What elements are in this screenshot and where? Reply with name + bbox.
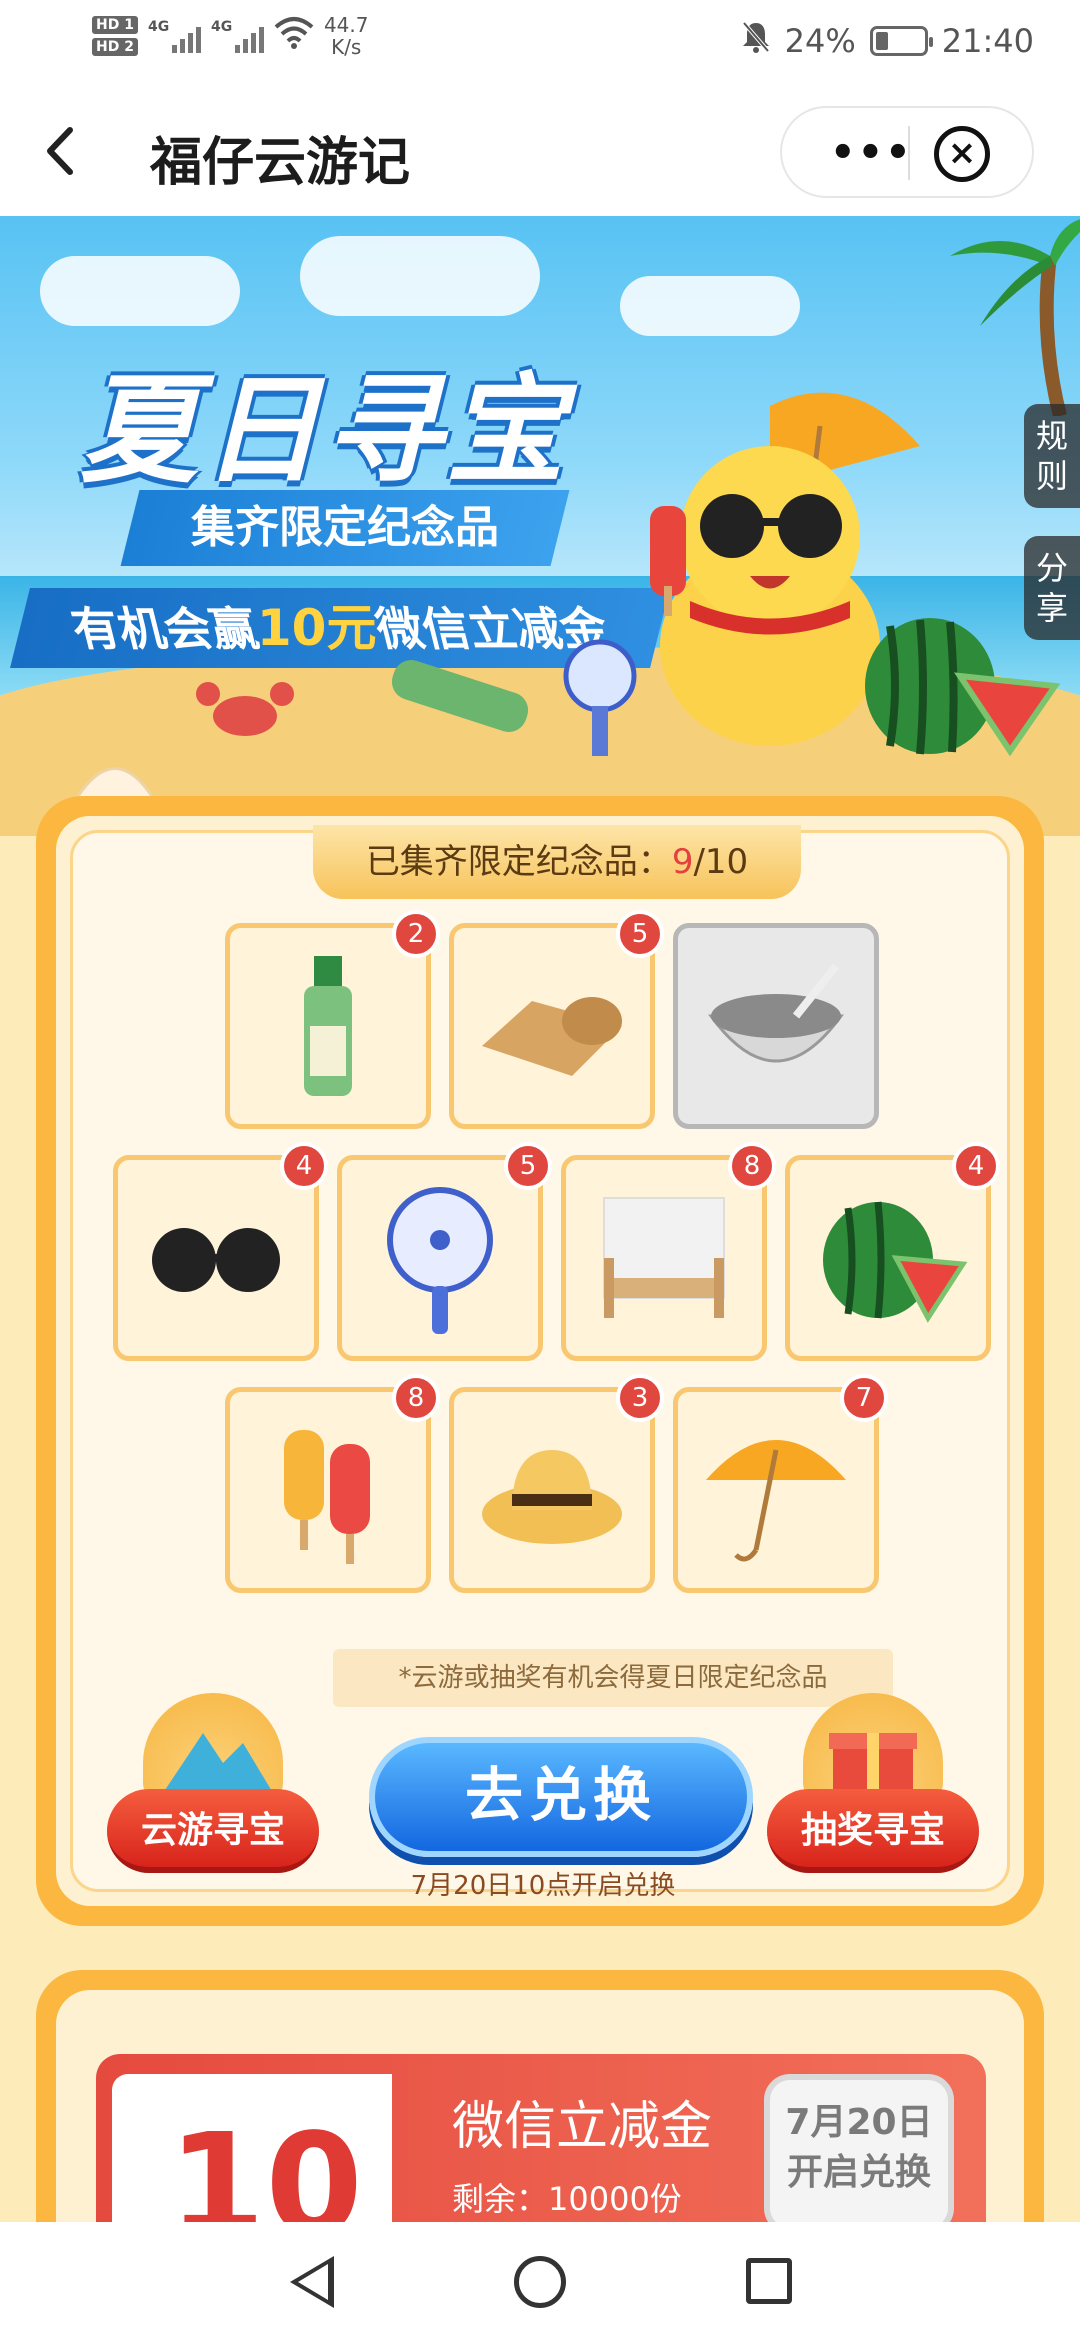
home-circle-icon[interactable] — [514, 2256, 566, 2308]
collection-label: 已集齐限定纪念品： — [365, 842, 672, 882]
more-dots-icon[interactable]: ••• — [830, 130, 913, 176]
status-bar: HD 1 HD 2 4G 4G 44.7 K/s 24% 21:40 — [0, 0, 1080, 86]
recents-square-icon[interactable] — [746, 2258, 792, 2304]
coupon-button-line1: 7月20日 — [785, 2102, 933, 2143]
item-straw-hat[interactable]: 3 — [449, 1374, 664, 1593]
cloud-tour-button[interactable]: 云游寻宝 — [107, 1789, 319, 1873]
collection-panel-inner: 已集齐限定纪念品：9/10 2 5 4 5 8 4 8 3 7 *云游或抽奖有机… — [56, 816, 1024, 1906]
wifi-icon — [274, 15, 314, 58]
promo-amount: 10元 — [257, 599, 377, 657]
collection-count: 9 — [671, 842, 694, 882]
banner-title: 夏日寻宝 — [80, 361, 569, 499]
coupon-button-line2: 开启兑换 — [786, 2152, 931, 2193]
collection-total: /10 — [693, 842, 749, 882]
net1-label: 4G — [147, 19, 170, 35]
sunglasses-icon — [152, 1228, 280, 1292]
item-congee-bowl[interactable] — [673, 923, 879, 1129]
item-count-badge: 4 — [952, 1142, 1000, 1190]
share-tab[interactable]: 分享 — [1024, 536, 1080, 640]
banner-subtitle: 集齐限定纪念品 — [191, 502, 499, 553]
crab-illustration — [196, 682, 294, 736]
chevron-left-icon[interactable] — [40, 124, 90, 175]
mute-bell-icon — [741, 20, 771, 62]
lottery-button[interactable]: 抽奖寻宝 — [767, 1789, 979, 1873]
item-count-badge: 2 — [392, 910, 440, 958]
hd2-label: HD 2 — [92, 38, 138, 56]
signal-2-icon: 4G — [211, 19, 264, 53]
hd1-label: HD 1 — [92, 16, 138, 34]
status-right: 24% 21:40 — [741, 20, 1034, 62]
fan-icon — [387, 1187, 493, 1334]
battery-icon — [869, 26, 933, 56]
bamboo-mat-icon — [482, 997, 622, 1076]
page-title: 福仔云游记 — [150, 133, 411, 193]
mountain-icon — [143, 1693, 283, 1803]
back-triangle-icon[interactable] — [290, 2256, 334, 2308]
collection-panel: 已集齐限定纪念品：9/10 2 5 4 5 8 4 8 3 7 *云游或抽奖有机… — [36, 796, 1044, 1926]
speed-value: 44.7 — [323, 13, 369, 37]
item-count-badge: 7 — [840, 1374, 888, 1422]
rules-tab[interactable]: 规则 — [1024, 404, 1080, 508]
collection-card: 已集齐限定纪念品：9/10 2 5 4 5 8 4 8 3 7 *云游或抽奖有机… — [70, 825, 1010, 1901]
capsule-divider — [908, 126, 910, 180]
signal-1-icon: 4G — [148, 19, 201, 53]
redeem-open-note: 7月20日10点开启兑换 — [410, 1871, 676, 1901]
item-watermelon[interactable]: 4 — [785, 1142, 1000, 1361]
bed-icon — [603, 1197, 725, 1318]
item-count-badge: 5 — [504, 1142, 552, 1190]
coupon-title: 微信立减金 — [452, 2097, 713, 2157]
summer-banner: 夏日寻宝 集齐限定纪念品 有机会赢10元微信立减金 规则 分享 — [0, 216, 1080, 836]
promo-prefix: 有机会赢 — [66, 602, 264, 656]
net2-label: 4G — [210, 19, 233, 35]
speed-unit: K/s — [331, 35, 362, 59]
item-count-badge: 4 — [280, 1142, 328, 1190]
item-mosquito-net-bed[interactable]: 8 — [561, 1142, 776, 1361]
banner-subtitle-box: 集齐限定纪念品 — [120, 490, 570, 566]
redeem-button[interactable]: 去兑换 — [369, 1737, 753, 1857]
popsicle-icon — [284, 1430, 370, 1564]
item-popsicles[interactable]: 8 — [225, 1374, 440, 1593]
system-nav-bar — [0, 2222, 1080, 2340]
miniapp-capsule: ••• × — [780, 106, 1034, 198]
item-handheld-fan[interactable]: 5 — [337, 1142, 552, 1361]
nav-bar: 福仔云游记 ••• × — [0, 86, 1080, 216]
item-count-badge: 3 — [616, 1374, 664, 1422]
clock: 21:40 — [941, 22, 1034, 60]
bottle-fan-illustration — [391, 639, 637, 756]
bottle-icon — [304, 956, 352, 1096]
item-bamboo-mat[interactable]: 5 — [449, 910, 664, 1129]
cloud-1 — [40, 256, 240, 326]
item-count-badge: 5 — [616, 910, 664, 958]
coupon-redeem-button[interactable]: 7月20日 开启兑换 — [764, 2074, 954, 2234]
straw-hat-icon — [482, 1450, 622, 1544]
close-circle-icon[interactable]: × — [934, 126, 990, 182]
item-count-badge: 8 — [392, 1374, 440, 1422]
network-speed: 44.7 K/s — [324, 14, 369, 58]
battery-percent: 24% — [784, 22, 856, 60]
bowl-icon — [708, 963, 844, 1063]
collection-header: 已集齐限定纪念品：9/10 — [313, 825, 801, 899]
watermelon-icon — [823, 1201, 968, 1323]
status-left: HD 1 HD 2 4G 4G 44.7 K/s — [92, 14, 368, 58]
item-count-badge: 8 — [728, 1142, 776, 1190]
item-toilet-water[interactable]: 2 — [225, 910, 440, 1129]
item-sunglasses[interactable]: 4 — [113, 1142, 328, 1361]
palm-tree-illustration — [950, 219, 1080, 416]
coupon-remaining: 剩余：10000份 — [452, 2180, 682, 2218]
cloud-3 — [620, 276, 800, 336]
hd-indicators: HD 1 HD 2 — [92, 16, 138, 56]
cloud-2 — [300, 236, 540, 316]
gift-icon — [803, 1693, 943, 1803]
item-umbrella[interactable]: 7 — [673, 1374, 888, 1593]
umbrella-icon — [706, 1440, 846, 1562]
